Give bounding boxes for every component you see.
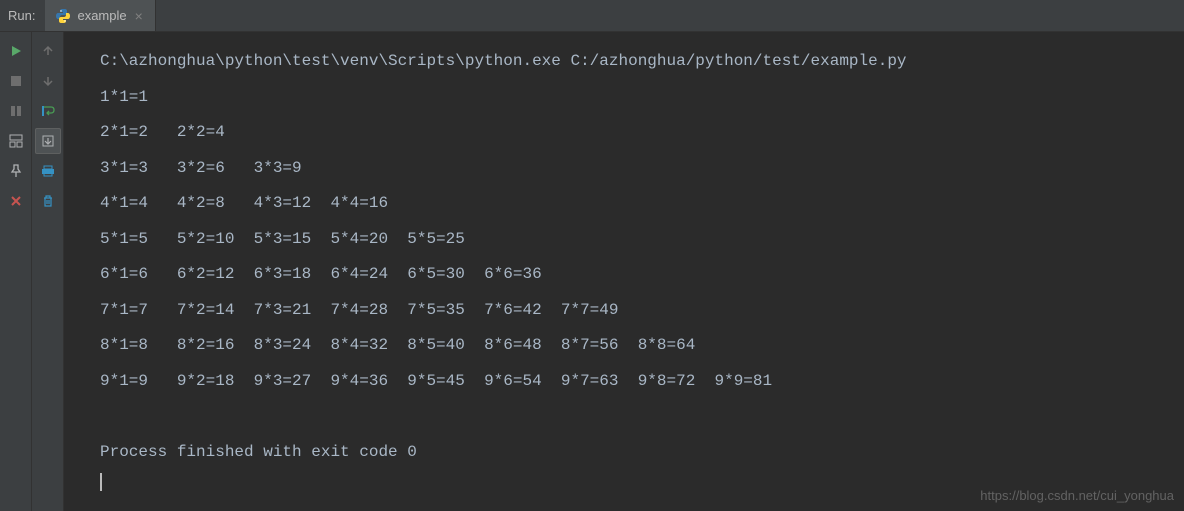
output-row: 4*1=4 4*2=8 4*3=12 4*4=16 [100,186,1176,222]
output-row: 8*1=8 8*2=16 8*3=24 8*4=32 8*5=40 8*6=48… [100,328,1176,364]
step-up-button[interactable] [35,38,61,64]
output-row: 1*1=1 [100,80,1176,116]
command-line: C:\azhonghua\python\test\venv\Scripts\py… [100,44,1176,80]
pin-button[interactable] [3,158,29,184]
content-area: C:\azhonghua\python\test\venv\Scripts\py… [0,32,1184,511]
layout-button[interactable] [3,128,29,154]
soft-wrap-button[interactable] [35,98,61,124]
print-button[interactable] [35,158,61,184]
step-down-button[interactable] [35,68,61,94]
output-row: 9*1=9 9*2=18 9*3=27 9*4=36 9*5=45 9*6=54… [100,364,1176,400]
close-icon[interactable]: × [133,8,145,24]
run-toolwindow-header: Run: example × [0,0,1184,32]
toolbar-secondary [32,32,64,511]
pause-button[interactable] [3,98,29,124]
watermark: https://blog.csdn.net/cui_yonghua [980,488,1174,503]
output-row: 5*1=5 5*2=10 5*3=15 5*4=20 5*5=25 [100,222,1176,258]
close-button[interactable] [3,188,29,214]
console-output[interactable]: C:\azhonghua\python\test\venv\Scripts\py… [64,32,1184,511]
output-row: 6*1=6 6*2=12 6*3=18 6*4=24 6*5=30 6*6=36 [100,257,1176,293]
text-cursor [100,473,102,491]
tab-label: example [77,8,126,23]
run-label: Run: [0,8,45,23]
run-tab[interactable]: example × [45,0,155,31]
run-button[interactable] [3,38,29,64]
toolbar-primary [0,32,32,511]
output-row: 3*1=3 3*2=6 3*3=9 [100,151,1176,187]
clear-all-button[interactable] [35,188,61,214]
blank-line [100,399,1176,435]
output-row: 7*1=7 7*2=14 7*3=21 7*4=28 7*5=35 7*6=42… [100,293,1176,329]
scroll-to-end-button[interactable] [35,128,61,154]
output-row: 2*1=2 2*2=4 [100,115,1176,151]
stop-button[interactable] [3,68,29,94]
python-icon [55,8,71,24]
exit-message: Process finished with exit code 0 [100,435,1176,471]
